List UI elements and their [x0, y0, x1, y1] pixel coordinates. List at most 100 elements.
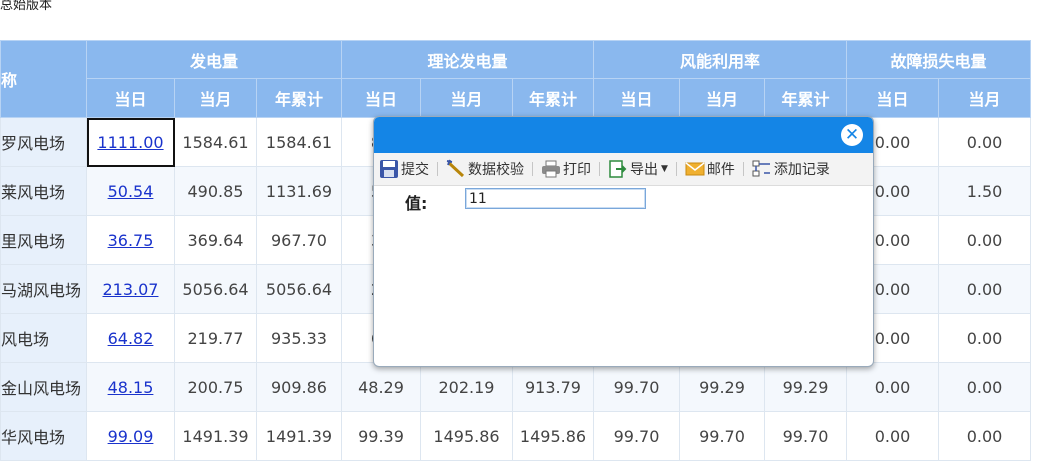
printer-icon — [541, 159, 561, 179]
table-cell: 967.70 — [256, 215, 342, 265]
daily-generation-cell[interactable]: 36.75 — [86, 215, 175, 265]
dialog-header: ✕ — [374, 117, 873, 153]
envelope-icon — [685, 159, 705, 179]
wand-icon — [446, 159, 466, 179]
table-cell: 202.19 — [420, 362, 513, 412]
toolbar-divider — [675, 162, 677, 176]
column-header: 当日 — [846, 78, 939, 118]
column-header: 年累计 — [764, 78, 847, 118]
column-header: 当月 — [679, 78, 765, 118]
add-record-button[interactable]: 添加记录 — [750, 157, 832, 181]
chevron-down-icon: ▼ — [661, 164, 668, 174]
column-header: 当月 — [938, 78, 1031, 118]
station-name-cell: 风电场 — [0, 313, 87, 363]
column-header: 当日 — [593, 78, 680, 118]
table-cell: 1584.61 — [174, 117, 257, 167]
table-cell: 1.50 — [938, 166, 1031, 216]
toolbar-divider — [532, 162, 533, 176]
export-icon — [608, 159, 628, 179]
station-name-cell: 华风电场 — [0, 411, 87, 461]
submit-label: 提交 — [401, 162, 429, 178]
table-cell: 369.64 — [174, 215, 257, 265]
toolbar-divider — [437, 162, 438, 176]
table-cell: 490.85 — [174, 166, 257, 216]
table-cell: 0.00 — [846, 362, 939, 412]
print-label: 打印 — [563, 162, 591, 178]
station-name-cell: 金山风电场 — [0, 362, 87, 412]
add-record-label: 添加记录 — [773, 162, 830, 178]
daily-generation-cell[interactable]: 64.82 — [86, 313, 175, 363]
table-cell: 0.00 — [938, 362, 1031, 412]
mail-label: 邮件 — [706, 162, 735, 178]
column-header: 当日 — [86, 78, 175, 118]
validate-label: 数据校验 — [468, 162, 524, 178]
table-cell: 5056.64 — [256, 264, 342, 314]
table-cell: 99.39 — [341, 411, 421, 461]
cell-link[interactable]: 99.09 — [108, 427, 154, 446]
table-cell: 1491.39 — [256, 411, 342, 461]
group-header-theoretical: 理论发电量 — [341, 40, 594, 79]
table-cell: 913.79 — [512, 362, 594, 412]
table-cell: 99.29 — [679, 362, 765, 412]
daily-generation-cell[interactable]: 1111.00 — [86, 117, 175, 167]
daily-generation-cell[interactable]: 213.07 — [86, 264, 175, 314]
table-cell: 1584.61 — [256, 117, 342, 167]
add-record-icon — [752, 159, 772, 179]
submit-button[interactable]: 提交 — [377, 157, 431, 181]
daily-generation-cell[interactable]: 50.54 — [86, 166, 175, 216]
table-cell: 0.00 — [938, 215, 1031, 265]
export-button[interactable]: 导出 ▼ — [606, 157, 670, 181]
table-cell: 99.70 — [593, 411, 680, 461]
station-name-cell: 里风电场 — [0, 215, 87, 265]
table-cell: 909.86 — [256, 362, 342, 412]
table-cell: 1495.86 — [420, 411, 513, 461]
cell-link[interactable]: 50.54 — [108, 182, 154, 201]
cell-link[interactable]: 64.82 — [108, 329, 154, 348]
table-cell: 99.29 — [764, 362, 847, 412]
value-input[interactable] — [465, 188, 646, 209]
toolbar-divider — [599, 162, 600, 176]
group-header-utilization: 风能利用率 — [593, 40, 847, 79]
station-name-cell: 莱风电场 — [0, 166, 87, 216]
page-title: 总始版本 — [0, 0, 53, 13]
export-label: 导出 — [630, 162, 658, 178]
table-cell: 0.00 — [938, 411, 1031, 461]
toolbar-divider — [742, 162, 744, 176]
value-form-row: 值: — [374, 186, 873, 216]
cell-link[interactable]: 213.07 — [103, 280, 159, 299]
table-cell: 0.00 — [938, 117, 1031, 167]
table-cell: 99.70 — [764, 411, 847, 461]
cell-link[interactable]: 1111.00 — [97, 133, 163, 152]
edit-value-dialog: ✕ 提交 数据校验 打印 导出 ▼ 邮件 添加记录 值: 11 — [373, 116, 874, 367]
table-cell: 99.70 — [593, 362, 680, 412]
mail-button[interactable]: 邮件 — [683, 157, 737, 181]
daily-generation-cell[interactable]: 48.15 — [86, 362, 175, 412]
table-cell: 219.77 — [174, 313, 257, 363]
daily-generation-cell[interactable]: 99.09 — [86, 411, 175, 461]
table-cell: 200.75 — [174, 362, 257, 412]
column-header: 当日 — [341, 78, 421, 118]
table-cell: 0.00 — [938, 264, 1031, 314]
station-name-cell: 马湖风电场 — [0, 264, 87, 314]
cell-link[interactable]: 48.15 — [108, 378, 154, 397]
table-cell: 99.70 — [679, 411, 765, 461]
column-header-name: 称 — [0, 40, 87, 118]
dialog-toolbar: 提交 数据校验 打印 导出 ▼ 邮件 添加记录 — [374, 153, 873, 186]
column-header: 当月 — [174, 78, 257, 118]
column-header: 年累计 — [256, 78, 342, 118]
table-cell: 48.29 — [341, 362, 421, 412]
group-header-fault-loss: 故障损失电量 — [846, 40, 1031, 79]
table-cell: 1495.86 — [512, 411, 594, 461]
table-row: 华风电场 99.09 1491.39 1491.39 99.39 1495.86 1495.… — [0, 411, 1031, 461]
value-label: 值: — [405, 194, 428, 213]
cell-link[interactable]: 36.75 — [108, 231, 154, 250]
table-cell: 1131.69 — [256, 166, 342, 216]
table-cell: 935.33 — [256, 313, 342, 363]
table-cell: 0.00 — [938, 313, 1031, 363]
validate-button[interactable]: 数据校验 — [444, 157, 526, 181]
station-name-cell: 罗风电场 — [0, 117, 87, 167]
print-button[interactable]: 打印 — [539, 157, 593, 181]
table-cell: 5056.64 — [174, 264, 257, 314]
table-cell: 0.00 — [846, 411, 939, 461]
close-icon[interactable]: ✕ — [841, 124, 863, 146]
